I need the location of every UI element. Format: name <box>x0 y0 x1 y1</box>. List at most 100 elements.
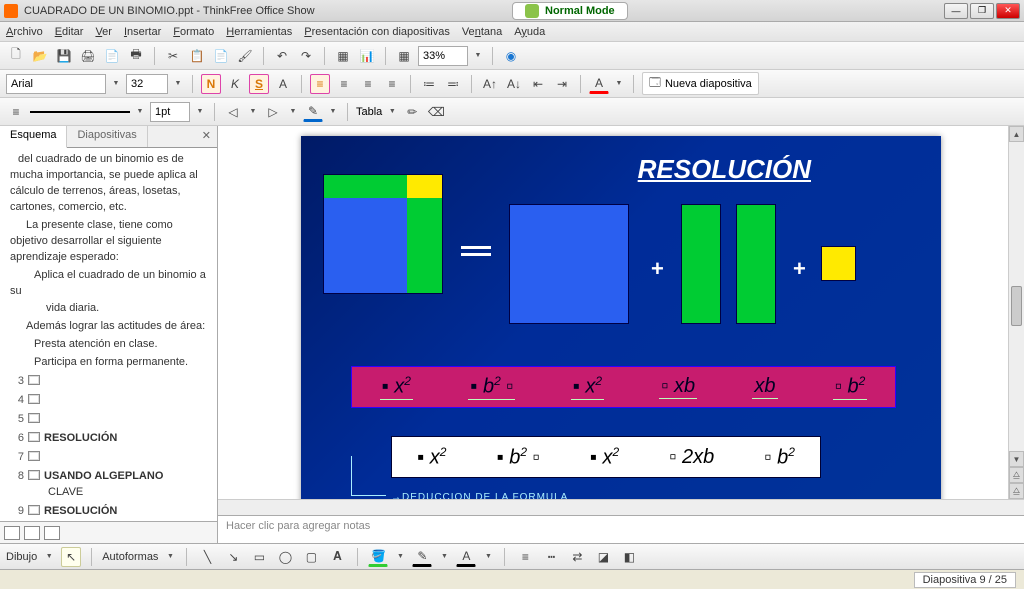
insert-table-icon[interactable]: ▦ <box>333 46 353 66</box>
horizontal-scrollbar[interactable] <box>218 499 1024 515</box>
bold-button[interactable]: N <box>201 74 221 94</box>
align-center-icon[interactable]: ≡ <box>334 74 354 94</box>
fontsize-combo[interactable] <box>126 74 168 94</box>
slideshow-view-icon[interactable] <box>44 526 60 540</box>
paste-icon[interactable]: 📄 <box>211 46 231 66</box>
autoformas-menu[interactable]: Autoformas <box>102 551 158 563</box>
scroll-up-icon[interactable]: ▲ <box>1009 126 1024 142</box>
tabla-label[interactable]: Tabla <box>356 106 382 118</box>
shadow-button[interactable]: A <box>273 74 293 94</box>
fill-color-icon[interactable]: 🪣 <box>368 547 388 567</box>
dibujo-dd[interactable]: ▼ <box>43 553 55 560</box>
dash-style-icon[interactable]: ┅ <box>541 547 561 567</box>
line-end-icon[interactable]: ▷ <box>263 102 283 122</box>
export-icon[interactable]: 🖨 <box>78 46 98 66</box>
font-color-icon2[interactable]: A <box>456 547 476 567</box>
autoformas-dd[interactable]: ▼ <box>164 553 176 560</box>
menu-insertar[interactable]: Insertar <box>124 26 161 38</box>
line-color-icon2[interactable]: ✎ <box>412 547 432 567</box>
outline-slide-row[interactable]: 8USANDO ALGEPLANO <box>10 469 211 485</box>
menu-ventana[interactable]: Ventana <box>462 26 502 38</box>
dibujo-menu[interactable]: Dibujo <box>6 551 37 563</box>
fill-dd[interactable]: ▼ <box>394 553 406 560</box>
align-right-icon[interactable]: ≡ <box>358 74 378 94</box>
menu-archivo[interactable]: Archivo <box>6 26 43 38</box>
outdent-icon[interactable]: ⇤ <box>528 74 548 94</box>
close-button[interactable]: ✕ <box>996 3 1020 19</box>
outline-content[interactable]: del cuadrado de un binomio es de mucha i… <box>0 148 217 521</box>
tab-outline[interactable]: Esquema <box>0 126 67 148</box>
line-style-icon[interactable]: ≡ <box>6 102 26 122</box>
arrow-style-icon[interactable]: ⇄ <box>567 547 587 567</box>
line-style2-icon[interactable]: ≡ <box>515 547 535 567</box>
font-combo[interactable] <box>6 74 106 94</box>
print-icon[interactable]: 🖶 <box>126 46 146 66</box>
line-color-icon[interactable]: ✎ <box>303 102 323 122</box>
pdf-icon[interactable]: 📄 <box>102 46 122 66</box>
fontsize-dropdown[interactable]: ▼ <box>172 80 184 87</box>
outline-slide-row[interactable]: 4 <box>10 393 211 409</box>
shadow-style-icon[interactable]: ◪ <box>593 547 613 567</box>
align-justify-icon[interactable]: ≡ <box>382 74 402 94</box>
line-color-dd[interactable]: ▼ <box>327 108 339 115</box>
menu-herramientas[interactable]: Herramientas <box>226 26 292 38</box>
vertical-scrollbar[interactable]: ▲ ▼ ⧋ ⧋ <box>1008 126 1024 499</box>
normal-view-icon[interactable] <box>4 526 20 540</box>
outline-slide-row[interactable]: 3 <box>10 374 211 390</box>
menu-editar[interactable]: Editar <box>55 26 84 38</box>
textbox-tool-icon[interactable]: ▢ <box>301 547 321 567</box>
line-pt-combo[interactable] <box>150 102 190 122</box>
menu-presentacion[interactable]: Presentación con diapositivas <box>304 26 450 38</box>
line-pt-dropdown[interactable]: ▼ <box>194 108 206 115</box>
line-dd[interactable]: ▼ <box>438 553 450 560</box>
menu-ver[interactable]: Ver <box>95 26 112 38</box>
numbering-icon[interactable]: ≕ <box>443 74 463 94</box>
tab-slides[interactable]: Diapositivas <box>67 126 147 147</box>
paintbrush-icon[interactable]: 🖌 <box>235 46 255 66</box>
line-tool-icon[interactable]: ╲ <box>197 547 217 567</box>
menu-ayuda[interactable]: Ayuda <box>514 26 545 38</box>
copy-icon[interactable]: 📋 <box>187 46 207 66</box>
sorter-view-icon[interactable] <box>24 526 40 540</box>
select-icon[interactable]: ↖ <box>61 547 81 567</box>
indent-icon[interactable]: ⇥ <box>552 74 572 94</box>
save-icon[interactable]: 💾 <box>54 46 74 66</box>
notes-area[interactable]: Hacer clic para agregar notas <box>218 515 1024 543</box>
rect-tool-icon[interactable]: ▭ <box>249 547 269 567</box>
slide-canvas-area[interactable]: RESOLUCIÓN + + <box>218 126 1024 499</box>
ellipse-tool-icon[interactable]: ◯ <box>275 547 295 567</box>
maximize-button[interactable]: ❐ <box>970 3 994 19</box>
font-color-dropdown[interactable]: ▼ <box>613 80 625 87</box>
outline-slide-row[interactable]: 9RESOLUCIÓN <box>10 504 211 520</box>
minimize-button[interactable]: — <box>944 3 968 19</box>
help-icon[interactable]: ◉ <box>501 46 521 66</box>
normal-mode-indicator[interactable]: Normal Mode <box>512 2 628 20</box>
italic-button[interactable]: K <box>225 74 245 94</box>
increase-font-icon[interactable]: A↑ <box>480 74 500 94</box>
new-slide-button[interactable]: 🗔 Nueva diapositiva <box>642 72 759 95</box>
menu-formato[interactable]: Formato <box>173 26 214 38</box>
line-start-icon[interactable]: ◁ <box>223 102 243 122</box>
prev-slide-scroll-icon[interactable]: ⧋ <box>1009 467 1024 483</box>
panel-close-icon[interactable]: ✕ <box>196 126 217 147</box>
font-dropdown[interactable]: ▼ <box>110 80 122 87</box>
scroll-thumb[interactable] <box>1011 286 1022 326</box>
table-erase-icon[interactable]: ⌫ <box>426 102 446 122</box>
open-icon[interactable]: 📂 <box>30 46 50 66</box>
underline-button[interactable]: S <box>249 74 269 94</box>
line-end-dd[interactable]: ▼ <box>287 108 299 115</box>
slide-canvas[interactable]: RESOLUCIÓN + + <box>301 136 941 499</box>
arrow-tool-icon[interactable]: ↘ <box>223 547 243 567</box>
table-draw-icon[interactable]: ✏ <box>402 102 422 122</box>
line-weight-preview[interactable] <box>30 105 130 119</box>
3d-style-icon[interactable]: ◧ <box>619 547 639 567</box>
grid-icon[interactable]: ▦ <box>394 46 414 66</box>
wordart-icon[interactable]: 𝐀 <box>327 547 347 567</box>
decrease-font-icon[interactable]: A↓ <box>504 74 524 94</box>
outline-slide-row[interactable]: 5 <box>10 412 211 428</box>
scroll-down-icon[interactable]: ▼ <box>1009 451 1024 467</box>
next-slide-scroll-icon[interactable]: ⧋ <box>1009 483 1024 499</box>
undo-icon[interactable]: ↶ <box>272 46 292 66</box>
redo-icon[interactable]: ↷ <box>296 46 316 66</box>
new-icon[interactable]: 🗋 <box>6 46 26 66</box>
